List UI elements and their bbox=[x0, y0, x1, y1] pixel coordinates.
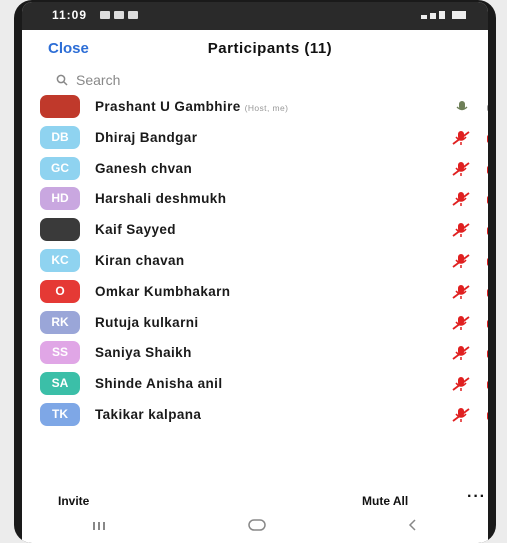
participant-name: Shinde Anisha anil bbox=[95, 376, 222, 391]
battery-icon bbox=[452, 11, 466, 19]
video-off-icon[interactable] bbox=[486, 193, 488, 205]
mic-muted-icon[interactable] bbox=[452, 344, 472, 362]
home-icon bbox=[248, 518, 266, 531]
mic-muted-icon[interactable] bbox=[452, 221, 472, 239]
participant-row[interactable]: Kaif Sayyed bbox=[22, 215, 488, 246]
avatar: HD bbox=[40, 187, 80, 211]
mic-muted-icon[interactable] bbox=[452, 283, 472, 301]
mic-muted-icon[interactable] bbox=[452, 406, 472, 424]
video-off-icon[interactable] bbox=[486, 224, 488, 236]
participant-name-text: Dhiraj Bandgar bbox=[95, 129, 198, 145]
signal-bar-icon bbox=[430, 13, 436, 19]
avatar: KC bbox=[40, 248, 80, 272]
video-off-icon[interactable] bbox=[486, 255, 488, 267]
avatar: SS bbox=[40, 341, 80, 365]
signal-bar-icon bbox=[421, 15, 427, 19]
video-off-icon[interactable] bbox=[486, 286, 488, 298]
participant-row[interactable]: KC Kiran chavan bbox=[22, 246, 488, 277]
participant-name-text: Prashant U Gambhire bbox=[95, 99, 241, 114]
video-icon[interactable] bbox=[486, 101, 488, 113]
page-title: Participants (11) bbox=[207, 40, 333, 57]
participant-name-text: Ganesh chvan bbox=[95, 160, 193, 176]
invite-button[interactable]: Invite bbox=[58, 494, 89, 508]
notification-icons bbox=[100, 11, 138, 19]
mic-muted-icon[interactable] bbox=[452, 129, 472, 147]
participant-name-text: Shinde Anisha anil bbox=[95, 376, 223, 392]
participant-row[interactable]: GC Ganesh chvan bbox=[22, 154, 488, 185]
mic-muted-icon[interactable] bbox=[452, 314, 472, 332]
gallery-icon bbox=[128, 11, 138, 19]
participant-row[interactable]: RK Rutuja kulkarni bbox=[22, 308, 488, 339]
participant-name-text: Kaif Sayyed bbox=[95, 222, 176, 238]
back-icon bbox=[408, 518, 416, 531]
participant-name: Prashant U Gambhire (Host, me) bbox=[95, 99, 288, 114]
participant-row[interactable]: HD Harshali deshmukh bbox=[22, 184, 488, 215]
participant-name: Kiran chavan bbox=[95, 253, 185, 268]
search-input[interactable]: Search bbox=[76, 72, 120, 88]
home-button[interactable] bbox=[247, 518, 267, 536]
mic-icon[interactable] bbox=[452, 98, 472, 116]
participant-name: Harshali deshmukh bbox=[95, 191, 226, 206]
participant-name: Takikar kalpana bbox=[95, 407, 201, 422]
video-off-icon[interactable] bbox=[486, 163, 488, 175]
avatar bbox=[40, 95, 80, 118]
android-nav-bar bbox=[22, 510, 488, 543]
participant-name: Dhiraj Bandgar bbox=[95, 130, 197, 145]
signal-bar-icon bbox=[439, 11, 445, 19]
participant-row[interactable]: SA Shinde Anisha anil bbox=[22, 369, 488, 400]
video-off-icon[interactable] bbox=[486, 378, 488, 390]
participant-row[interactable]: SS Saniya Shaikh bbox=[22, 338, 488, 369]
participant-row[interactable]: Prashant U Gambhire (Host, me) bbox=[22, 92, 488, 123]
participant-name-text: Omkar Kumbhakarn bbox=[95, 283, 231, 299]
mic-muted-icon[interactable] bbox=[452, 252, 472, 270]
screen: 11:09 Close Participants (11) Search Pra… bbox=[22, 2, 488, 543]
participant-row[interactable]: TK Takikar kalpana bbox=[22, 400, 488, 431]
mic-muted-icon[interactable] bbox=[452, 160, 472, 178]
host-tag: (Host, me) bbox=[244, 103, 289, 113]
video-off-icon[interactable] bbox=[486, 347, 488, 359]
avatar: O bbox=[40, 279, 80, 303]
avatar: GC bbox=[40, 156, 80, 180]
video-off-icon[interactable] bbox=[486, 132, 488, 144]
participant-name: Rutuja kulkarni bbox=[95, 315, 199, 330]
avatar: SA bbox=[40, 372, 80, 396]
phone-frame: 11:09 Close Participants (11) Search Pra… bbox=[14, 0, 496, 543]
participant-name-text: Kiran chavan bbox=[95, 252, 185, 268]
recents-button[interactable] bbox=[92, 518, 106, 536]
mic-muted-icon[interactable] bbox=[452, 190, 472, 208]
back-button[interactable] bbox=[408, 518, 418, 536]
participant-row[interactable]: O Omkar Kumbhakarn bbox=[22, 277, 488, 308]
status-bar: 11:09 bbox=[22, 2, 488, 30]
participant-row[interactable]: DB Dhiraj Bandgar bbox=[22, 123, 488, 154]
search-bar[interactable]: Search bbox=[56, 70, 436, 90]
participant-name: Omkar Kumbhakarn bbox=[95, 284, 230, 299]
status-time: 11:09 bbox=[52, 8, 88, 22]
participant-name: Saniya Shaikh bbox=[95, 345, 192, 360]
participant-name-text: Saniya Shaikh bbox=[95, 345, 192, 361]
message-icon bbox=[100, 11, 110, 19]
recents-icon bbox=[93, 521, 106, 530]
mic-muted-icon[interactable] bbox=[452, 375, 472, 393]
more-button[interactable]: ··· bbox=[467, 488, 486, 506]
avatar: TK bbox=[40, 402, 80, 426]
avatar bbox=[40, 218, 80, 242]
participant-list: Prashant U Gambhire (Host, me) DB Dhiraj Ba… bbox=[22, 92, 488, 431]
participant-name-text: Rutuja kulkarni bbox=[95, 314, 199, 330]
participant-name-text: Takikar kalpana bbox=[95, 406, 202, 422]
search-icon bbox=[56, 74, 68, 86]
avatar: RK bbox=[40, 310, 80, 334]
mute-all-button[interactable]: Mute All bbox=[362, 494, 408, 508]
signal-battery-icons bbox=[421, 11, 466, 19]
participant-name-text: Harshali deshmukh bbox=[95, 191, 227, 207]
participant-name: Kaif Sayyed bbox=[95, 222, 176, 237]
header: Close Participants (11) bbox=[22, 32, 488, 66]
video-off-icon[interactable] bbox=[486, 317, 488, 329]
video-off-icon[interactable] bbox=[486, 409, 488, 421]
avatar: DB bbox=[40, 125, 80, 149]
participant-name: Ganesh chvan bbox=[95, 161, 192, 176]
chat-icon bbox=[114, 11, 124, 19]
